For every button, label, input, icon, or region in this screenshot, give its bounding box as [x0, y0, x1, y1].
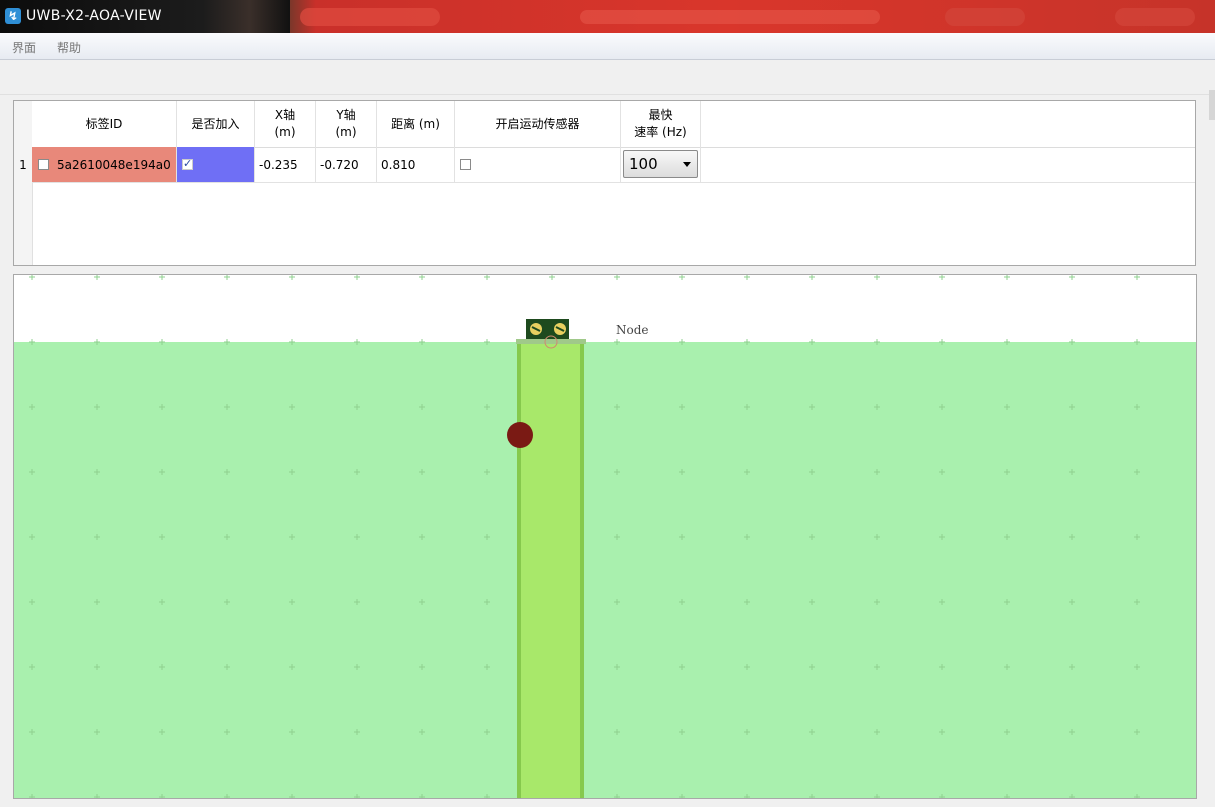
- rate-dropdown[interactable]: 100: [623, 150, 698, 178]
- tag-id-cell[interactable]: 5a2610048e194a0: [32, 147, 177, 182]
- grid-mark: [1134, 275, 1140, 280]
- distance-value: 0.810: [377, 147, 455, 182]
- menu-item-interface[interactable]: 界面: [12, 39, 36, 56]
- aoa-view-canvas[interactable]: Node: [13, 274, 1197, 799]
- row-header-column: [14, 101, 33, 265]
- column-header-motion-sensor[interactable]: 开启运动传感器: [455, 101, 621, 147]
- grid-mark: [679, 275, 685, 280]
- window-title: UWB-X2-AOA-VIEW: [26, 8, 162, 24]
- grid-mark: [159, 275, 165, 280]
- app-logo-icon: ↯: [5, 8, 21, 24]
- background-blur: [300, 8, 440, 26]
- grid-mark: [224, 275, 230, 280]
- menu-bar: 界面 帮助: [0, 33, 1215, 60]
- column-header-joined[interactable]: 是否加入: [177, 101, 255, 147]
- background-blur: [1115, 8, 1195, 26]
- y-value: -0.720: [316, 147, 377, 182]
- column-header-x-axis[interactable]: X轴 (m): [255, 101, 316, 147]
- beam-top-edge: [516, 339, 586, 344]
- grid-mark: [1004, 275, 1010, 280]
- node-label: Node: [616, 323, 649, 337]
- title-bar: ↯ UWB-X2-AOA-VIEW: [0, 0, 1215, 33]
- beam-area: [521, 343, 580, 798]
- joined-checkbox[interactable]: [182, 157, 193, 170]
- column-header-y-axis[interactable]: Y轴 (m): [316, 101, 377, 147]
- rate-selected-value: 100: [629, 155, 658, 173]
- motion-sensor-checkbox[interactable]: [460, 159, 471, 170]
- grid-mark: [484, 275, 490, 280]
- background-blur: [945, 8, 1025, 26]
- row-number: 1: [19, 157, 27, 172]
- coverage-area: [14, 342, 1196, 798]
- toolbar-strip: [0, 60, 1215, 95]
- column-header-tag-id[interactable]: 标签ID: [32, 101, 177, 147]
- grid-mark: [874, 275, 880, 280]
- column-header-distance[interactable]: 距离 (m): [377, 101, 455, 147]
- grid-mark: [549, 275, 555, 280]
- motion-sensor-cell[interactable]: [455, 147, 621, 182]
- column-header-max-rate[interactable]: 最快 速率 (Hz): [621, 101, 701, 147]
- grid-mark: [809, 275, 815, 280]
- tag-id-value: 5a2610048e194a0: [57, 157, 171, 172]
- row-select-checkbox[interactable]: [38, 159, 49, 170]
- rate-cell[interactable]: 100: [621, 147, 701, 182]
- grid-mark: [1069, 275, 1075, 280]
- chevron-down-icon: [683, 162, 691, 167]
- grid-mark: [419, 275, 425, 280]
- menu-item-help[interactable]: 帮助: [57, 39, 81, 56]
- grid-mark: [29, 275, 35, 280]
- background-blur: [580, 10, 880, 24]
- x-value: -0.235: [255, 147, 316, 182]
- grid-mark: [614, 275, 620, 280]
- grid-mark: [289, 275, 295, 280]
- joined-cell[interactable]: [177, 147, 255, 182]
- window-scrollbar[interactable]: [1209, 90, 1215, 120]
- grid-mark: [354, 275, 360, 280]
- table-header: 标签ID 是否加入 X轴 (m) Y轴 (m) 距离 (m) 开启运动传感器 最…: [32, 101, 1195, 148]
- table-row[interactable]: 5a2610048e194a0 -0.235 -0.720 0.810 100: [32, 147, 1195, 183]
- grid-mark: [939, 275, 945, 280]
- grid-mark: [744, 275, 750, 280]
- tag-table: 标签ID 是否加入 X轴 (m) Y轴 (m) 距离 (m) 开启运动传感器 最…: [13, 100, 1196, 266]
- grid-mark: [94, 275, 100, 280]
- aoa-view-svg: Node: [14, 275, 1196, 798]
- tag-marker[interactable]: [507, 422, 533, 448]
